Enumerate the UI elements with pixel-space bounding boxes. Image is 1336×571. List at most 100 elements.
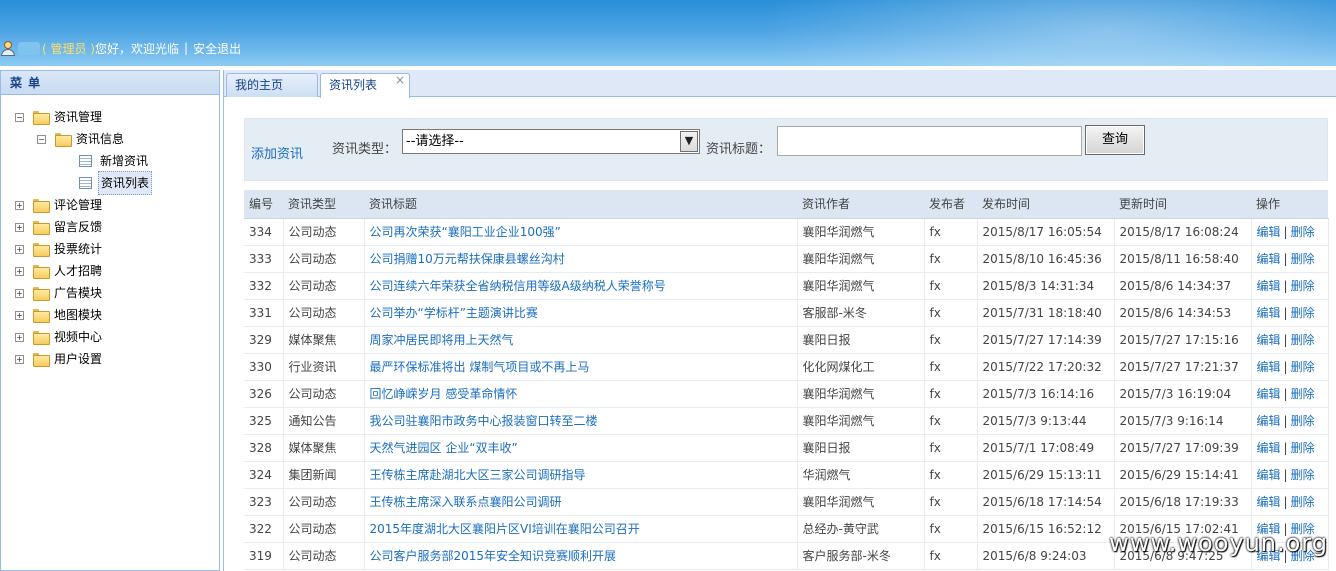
column-header: 资讯类型 xyxy=(283,190,364,219)
news-title-link[interactable]: 公司再次荣获“襄阳工业企业100强” xyxy=(370,225,561,239)
news-title-link[interactable]: 公司举办“学标杆”主题演讲比赛 xyxy=(370,306,538,320)
banner-glow xyxy=(756,0,1336,66)
user-role: ( 管理员 ) xyxy=(42,41,95,56)
delete-link[interactable]: 删除 xyxy=(1291,387,1315,401)
publish-time-cell: 2015/7/3 9:13:44 xyxy=(977,407,1115,435)
sidebar-item[interactable]: 新增资讯 xyxy=(1,150,219,172)
news-title-link[interactable]: 公司捐赠10万元帮扶保康县螺丝沟村 xyxy=(370,252,565,266)
news-title-link[interactable]: 王传栋主席赴湖北大区三家公司调研指导 xyxy=(370,468,586,482)
expand-icon[interactable]: + xyxy=(15,244,24,254)
table-row: 331 公司动态 公司举办“学标杆”主题演讲比赛 客服部-米冬 fx 2015/7/31 … xyxy=(244,299,1329,327)
news-title-cell: 回忆峥嵘岁月 感受革命情怀 xyxy=(364,380,798,408)
news-type-cell: 通知公告 xyxy=(283,407,365,435)
delete-link[interactable]: 删除 xyxy=(1291,468,1315,482)
news-title-link[interactable]: 我公司驻襄阳市政务中心报装窗口转至二楼 xyxy=(370,414,598,428)
delete-link[interactable]: 删除 xyxy=(1291,414,1315,428)
page-icon xyxy=(79,177,92,189)
news-title-link[interactable]: 周家冲居民即将用上天然气 xyxy=(370,333,514,347)
table-row: 330 行业资讯 最严环保标准将出 煤制气项目或不再上马 化化网煤化工 fx 2015/7… xyxy=(244,353,1329,381)
sidebar-item[interactable]: 资讯列表 xyxy=(1,171,219,195)
edit-link[interactable]: 编辑 xyxy=(1257,225,1281,239)
delete-link[interactable]: 删除 xyxy=(1291,279,1315,293)
expand-icon[interactable]: + xyxy=(15,266,24,276)
tab-news-list[interactable]: 资讯列表 × xyxy=(320,73,410,98)
table-body: 334 公司动态 公司再次荣获“襄阳工业企业100强” 襄阳华润燃气 fx 2015/8/… xyxy=(244,218,1329,570)
sidebar-item[interactable]: + 人才招聘 xyxy=(1,260,219,282)
news-title-link[interactable]: 最严环保标准将出 煤制气项目或不再上马 xyxy=(370,360,590,374)
search-button[interactable]: 查询 xyxy=(1085,125,1145,155)
news-title-link[interactable]: 2015年度湖北大区襄阳片区VI培训在襄阳公司召开 xyxy=(370,522,640,536)
sidebar-item[interactable]: + 评论管理 xyxy=(1,194,219,216)
actions-cell: 编辑 | 删除 xyxy=(1251,461,1329,489)
sidebar-item[interactable]: + 地图模块 xyxy=(1,304,219,326)
logout-link[interactable]: 安全退出 xyxy=(193,40,241,57)
edit-link[interactable]: 编辑 xyxy=(1257,414,1281,428)
sidebar-item[interactable]: + 广告模块 xyxy=(1,282,219,304)
edit-link[interactable]: 编辑 xyxy=(1257,252,1281,266)
folder-icon xyxy=(33,331,50,345)
delete-link[interactable]: 删除 xyxy=(1291,441,1315,455)
expand-icon[interactable]: + xyxy=(15,288,24,298)
edit-link[interactable]: 编辑 xyxy=(1257,495,1281,509)
folder-icon xyxy=(33,287,50,301)
actions-cell: 编辑 | 删除 xyxy=(1251,488,1329,516)
news-title-link[interactable]: 天然气进园区 企业“双丰收” xyxy=(370,441,518,455)
news-title-link[interactable]: 公司连续六年荣获全省纳税信用等级A级纳税人荣誉称号 xyxy=(370,279,666,293)
table-row: 333 公司动态 公司捐赠10万元帮扶保康县螺丝沟村 襄阳华润燃气 fx 2015/8/1… xyxy=(244,245,1329,273)
sidebar-item[interactable]: + 视频中心 xyxy=(1,326,219,348)
news-title-input[interactable] xyxy=(777,126,1082,156)
sidebar-item-label: 资讯管理 xyxy=(54,110,103,124)
sidebar-item[interactable]: + 留言反馈 xyxy=(1,216,219,238)
tab-home[interactable]: 我的主页 xyxy=(226,73,318,97)
edit-link[interactable]: 编辑 xyxy=(1257,360,1281,374)
delete-link[interactable]: 删除 xyxy=(1291,495,1315,509)
add-news-link[interactable]: 添加资讯 xyxy=(251,143,303,162)
expand-icon[interactable]: + xyxy=(15,354,24,364)
edit-link[interactable]: 编辑 xyxy=(1257,279,1281,293)
news-type-cell: 公司动态 xyxy=(283,218,365,246)
folder-icon xyxy=(33,111,50,125)
news-id-cell: 319 xyxy=(244,542,284,570)
chevron-down-icon[interactable]: ▼ xyxy=(680,131,698,152)
edit-link[interactable]: 编辑 xyxy=(1257,333,1281,347)
user-bar: ( 管理员 ) 您好，欢迎光临 | 安全退出 xyxy=(0,39,241,57)
sidebar-title: 菜 单 xyxy=(1,70,219,95)
news-author-cell: 襄阳华润燃气 xyxy=(797,407,925,435)
expand-icon[interactable]: + xyxy=(15,222,24,232)
publisher-cell: fx xyxy=(924,434,978,462)
edit-link[interactable]: 编辑 xyxy=(1257,468,1281,482)
sidebar-item[interactable]: − 资讯信息 xyxy=(1,128,219,150)
close-icon[interactable]: × xyxy=(395,69,405,91)
sidebar-item[interactable]: + 投票统计 xyxy=(1,238,219,260)
actions-cell: 编辑 | 删除 xyxy=(1251,434,1329,462)
sidebar-item[interactable]: + 用户设置 xyxy=(1,348,219,370)
expand-icon[interactable]: + xyxy=(15,200,24,210)
sidebar-item-label: 资讯列表 xyxy=(98,171,153,195)
delete-link[interactable]: 删除 xyxy=(1291,360,1315,374)
news-type-cell: 公司动态 xyxy=(283,515,365,543)
news-type-select[interactable]: --请选择-- ▼ xyxy=(402,129,700,154)
delete-link[interactable]: 删除 xyxy=(1291,225,1315,239)
update-time-cell: 2015/8/6 14:34:37 xyxy=(1114,272,1252,300)
sidebar-item[interactable]: − 资讯管理 xyxy=(1,106,219,128)
sidebar-item-label: 地图模块 xyxy=(54,308,103,322)
collapse-icon[interactable]: − xyxy=(37,134,46,144)
sidebar-item-label: 资讯信息 xyxy=(76,132,125,146)
expand-icon[interactable]: + xyxy=(15,310,24,320)
news-title-link[interactable]: 王传栋主席深入联系点襄阳公司调研 xyxy=(370,495,562,509)
edit-link[interactable]: 编辑 xyxy=(1257,441,1281,455)
edit-link[interactable]: 编辑 xyxy=(1257,387,1281,401)
publish-time-cell: 2015/7/3 16:14:16 xyxy=(977,380,1115,408)
news-title-link[interactable]: 回忆峥嵘岁月 感受革命情怀 xyxy=(370,387,518,401)
collapse-icon[interactable]: − xyxy=(15,112,24,122)
news-id-cell: 329 xyxy=(244,326,284,354)
delete-link[interactable]: 删除 xyxy=(1291,333,1315,347)
publish-time-cell: 2015/8/3 14:31:34 xyxy=(977,272,1115,300)
delete-link[interactable]: 删除 xyxy=(1291,306,1315,320)
column-header: 操作 xyxy=(1251,190,1328,219)
expand-icon[interactable]: + xyxy=(15,332,24,342)
edit-link[interactable]: 编辑 xyxy=(1257,306,1281,320)
delete-link[interactable]: 删除 xyxy=(1291,252,1315,266)
news-title-label: 资讯标题： xyxy=(706,142,772,157)
news-title-link[interactable]: 公司客户服务部2015年安全知识竞赛顺利开展 xyxy=(370,549,617,563)
